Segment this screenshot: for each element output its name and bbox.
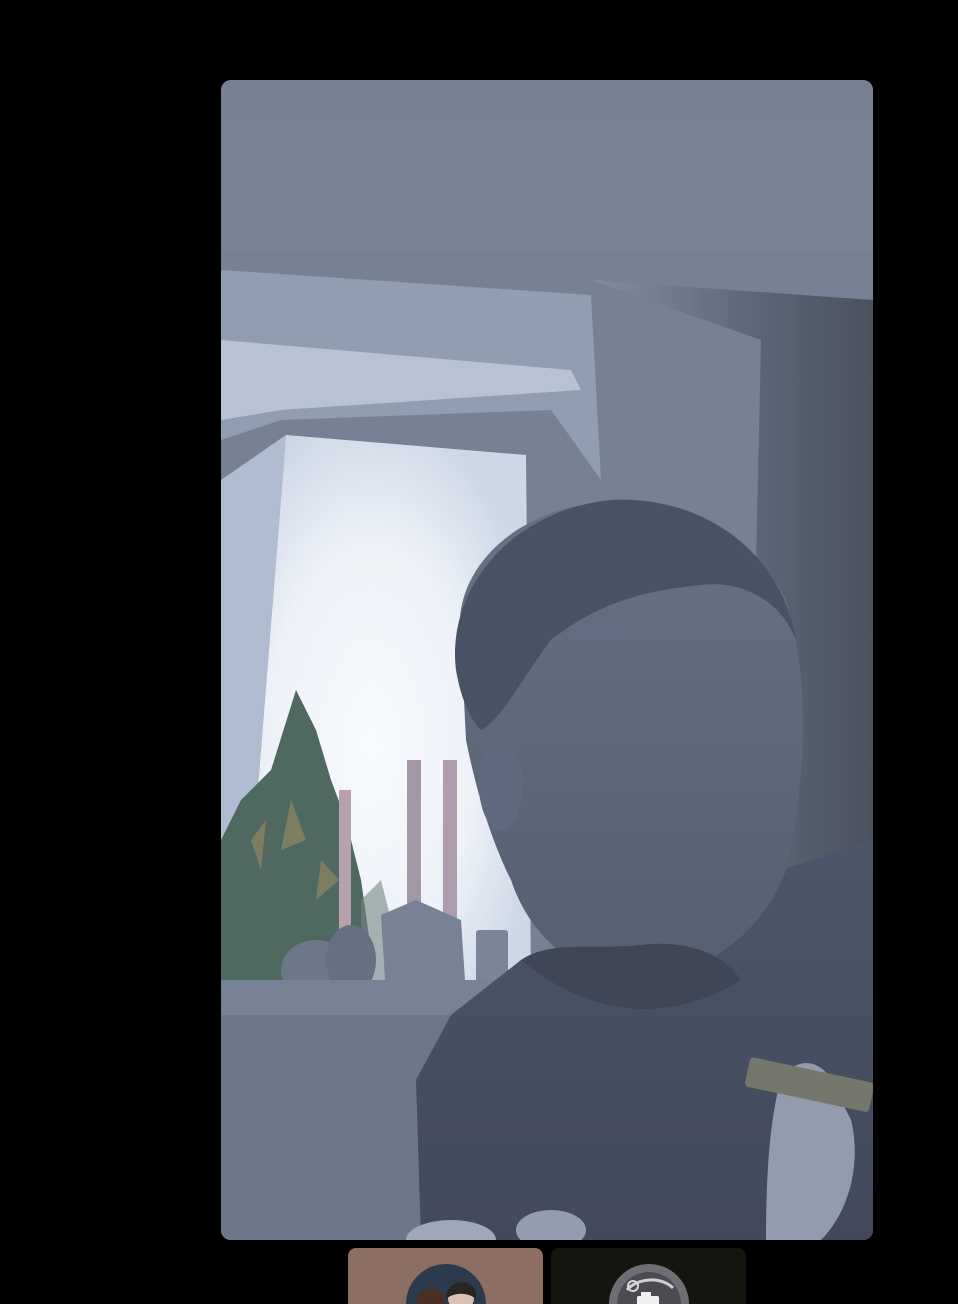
video-frame-image bbox=[221, 80, 873, 1240]
participant-tile-1[interactable] bbox=[348, 1248, 543, 1304]
main-video-feed[interactable] bbox=[221, 80, 873, 1240]
participant-tile-2[interactable] bbox=[551, 1248, 746, 1304]
avatar-photo-icon bbox=[609, 1264, 689, 1304]
avatar-photo-icon bbox=[406, 1264, 486, 1304]
participant-avatar-2 bbox=[609, 1264, 689, 1304]
participant-avatar-1 bbox=[406, 1264, 486, 1304]
facetime-call-screen bbox=[0, 0, 958, 1304]
